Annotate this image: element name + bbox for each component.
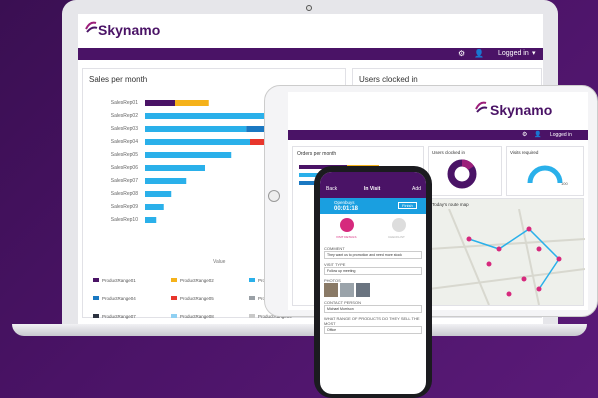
customer-name: Openbuys	[334, 200, 355, 205]
tablet-home-button[interactable]	[268, 190, 280, 202]
legend-label: ProductRange05	[180, 296, 214, 301]
bar-segment	[145, 191, 172, 197]
visit-bar: Openbuys 00:01:18 Finish	[320, 198, 426, 214]
rep-label: SalesRep04	[110, 139, 138, 145]
legend-swatch	[249, 296, 255, 300]
question-field[interactable]: Office	[324, 326, 422, 334]
users-title: Users clocked in	[359, 75, 418, 84]
back-button[interactable]: Back	[326, 186, 337, 192]
legend-label: ProductRange04	[102, 296, 136, 301]
bar-segment	[145, 165, 205, 171]
legend-label: ProductRange08	[180, 314, 214, 319]
legend-item: ProductRange01	[93, 278, 171, 283]
users-title: Users clocked in	[432, 150, 466, 155]
phone-header: Back In Visit Add	[320, 172, 426, 198]
rep-label: SalesRep06	[110, 165, 138, 171]
route-map[interactable]	[429, 209, 585, 305]
rep-label: SalesRep07	[110, 178, 138, 184]
laptop-camera	[306, 5, 312, 11]
photo-thumb[interactable]	[324, 283, 338, 297]
orders-title: Orders per month	[297, 151, 337, 157]
finish-button[interactable]: Finish	[398, 202, 417, 209]
legend-swatch	[249, 278, 255, 282]
add-button[interactable]: Add	[412, 186, 421, 192]
legend-label: ProductRange01	[102, 278, 136, 283]
legend-item: ProductRange07	[93, 314, 171, 319]
brand-name: Skynamo	[490, 102, 553, 118]
laptop-navbar: ⚙ 👤 Logged in ▾	[78, 48, 543, 60]
legend-item: ProductRange08	[171, 314, 249, 319]
legend-label: ProductRange02	[180, 278, 214, 283]
laptop-base	[12, 324, 587, 336]
tablet-navbar: ⚙ 👤 Logged in	[288, 130, 588, 140]
visits-card: Visits required 100	[506, 146, 584, 196]
visit-timer: 00:01:18	[334, 206, 359, 212]
sales-title: Sales per month	[89, 75, 148, 84]
logged-in-menu[interactable]: Logged in	[550, 132, 572, 138]
bar-segment	[145, 204, 164, 210]
visits-title: Visits required	[510, 150, 539, 155]
users-donut	[447, 159, 477, 189]
route-title: Today's route map	[432, 202, 469, 207]
legend-swatch	[93, 296, 99, 300]
skynamo-mark-icon	[85, 21, 98, 33]
photo-thumb[interactable]	[340, 283, 354, 297]
phone-tabs: VISIT DETAILS CHECKLIST	[320, 216, 426, 244]
legend-swatch	[93, 314, 99, 318]
tab-checklist-label: CHECKLIST	[388, 235, 405, 239]
bar-segment	[145, 113, 265, 119]
tab-visit-details-label: VISIT DETAILS	[336, 235, 357, 239]
legend-item: ProductRange05	[171, 296, 249, 301]
skynamo-mark-icon	[475, 101, 488, 113]
visits-value: 100	[561, 181, 568, 186]
rep-label: SalesRep08	[110, 191, 138, 197]
bar-segment	[145, 100, 175, 106]
settings-icon[interactable]: ⚙	[522, 131, 527, 138]
bar-segment	[175, 100, 209, 106]
bar-segment	[145, 217, 157, 223]
rep-label: SalesRep10	[110, 217, 138, 223]
legend-swatch	[171, 296, 177, 300]
legend-label: ProductRange07	[102, 314, 136, 319]
rep-label: SalesRep02	[110, 113, 138, 119]
tab-checklist[interactable]	[392, 218, 406, 232]
brand-name: Skynamo	[98, 22, 161, 38]
legend-item: ProductRange04	[93, 296, 171, 301]
photo-thumb[interactable]	[356, 283, 370, 297]
visits-gauge	[527, 165, 563, 184]
rep-label: SalesRep03	[110, 126, 138, 132]
phone-title: In Visit	[364, 186, 381, 192]
photo-strip	[324, 283, 422, 297]
legend-item: ProductRange02	[171, 278, 249, 283]
rep-label: SalesRep09	[110, 204, 138, 210]
logged-in-menu[interactable]: Logged in	[498, 50, 529, 57]
legend-swatch	[171, 278, 177, 282]
bar-segment	[145, 178, 187, 184]
legend-swatch	[171, 314, 177, 318]
bar-segment	[145, 152, 232, 158]
route-map-card: Today's route map	[428, 198, 585, 306]
comment-field[interactable]: They want us to promotion and need more …	[324, 251, 422, 259]
legend-swatch	[93, 278, 99, 282]
users-icon[interactable]: 👤	[534, 131, 541, 138]
question-label: WHAT RANGE OF PRODUCTS DO THEY SELL THE …	[324, 316, 420, 326]
settings-icon[interactable]: ⚙	[458, 49, 465, 58]
rep-label: SalesRep01	[110, 100, 138, 106]
visit-form: COMMENT They want us to promotion and ne…	[324, 246, 422, 334]
users-icon[interactable]: 👤	[474, 49, 484, 58]
bar-segment	[145, 126, 247, 132]
legend-swatch	[249, 314, 255, 318]
users-clocked-card: Users clocked in	[428, 146, 502, 196]
phone-screen: Back In Visit Add Openbuys 00:01:18 Fini…	[320, 172, 426, 394]
x-axis-label: Value	[213, 259, 226, 265]
tab-visit-details[interactable]	[340, 218, 354, 232]
rep-label: SalesRep05	[110, 152, 138, 158]
contact-field[interactable]: Michael Morrison	[324, 305, 422, 313]
chevron-down-icon[interactable]: ▾	[532, 49, 536, 57]
visit-type-field[interactable]: Follow up meeting	[324, 267, 422, 275]
bar-segment	[145, 139, 250, 145]
